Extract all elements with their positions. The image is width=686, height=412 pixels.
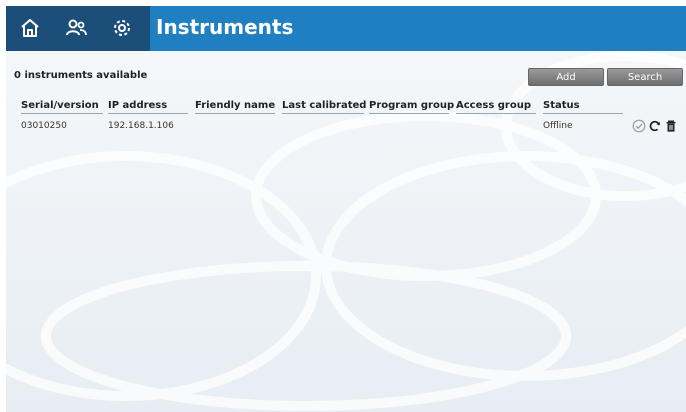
instrument-count-text: 0 instruments available bbox=[14, 70, 148, 81]
column-header-last-calibrated[interactable]: Last calibrated bbox=[282, 100, 366, 114]
add-button[interactable]: Add bbox=[528, 68, 604, 86]
app-window: Instruments 0 instruments available Add … bbox=[6, 6, 686, 412]
refresh-icon[interactable] bbox=[648, 119, 662, 133]
status-cell: Offline bbox=[543, 121, 573, 131]
users-icon[interactable] bbox=[64, 16, 88, 40]
column-header-serial[interactable]: Serial/version bbox=[21, 100, 103, 114]
page-title: Instruments bbox=[156, 15, 294, 39]
column-header-ip[interactable]: IP address bbox=[108, 100, 188, 114]
home-icon[interactable] bbox=[18, 16, 42, 40]
ip-cell: 192.168.1.106 bbox=[108, 121, 174, 131]
trash-icon[interactable] bbox=[664, 119, 678, 133]
background-swirl-decoration bbox=[6, 51, 686, 411]
gear-icon[interactable] bbox=[110, 16, 134, 40]
column-header-access-group[interactable]: Access group bbox=[456, 100, 536, 114]
serial-cell: 03010250 bbox=[21, 121, 67, 131]
column-header-status[interactable]: Status bbox=[543, 100, 623, 114]
title-bar: Instruments bbox=[6, 6, 686, 51]
check-circle-icon[interactable] bbox=[632, 119, 646, 133]
column-header-program-group[interactable]: Program group bbox=[369, 100, 454, 114]
nav-icon-block bbox=[6, 6, 150, 51]
column-header-friendly-name[interactable]: Friendly name bbox=[195, 100, 275, 114]
search-button[interactable]: Search bbox=[607, 68, 683, 86]
